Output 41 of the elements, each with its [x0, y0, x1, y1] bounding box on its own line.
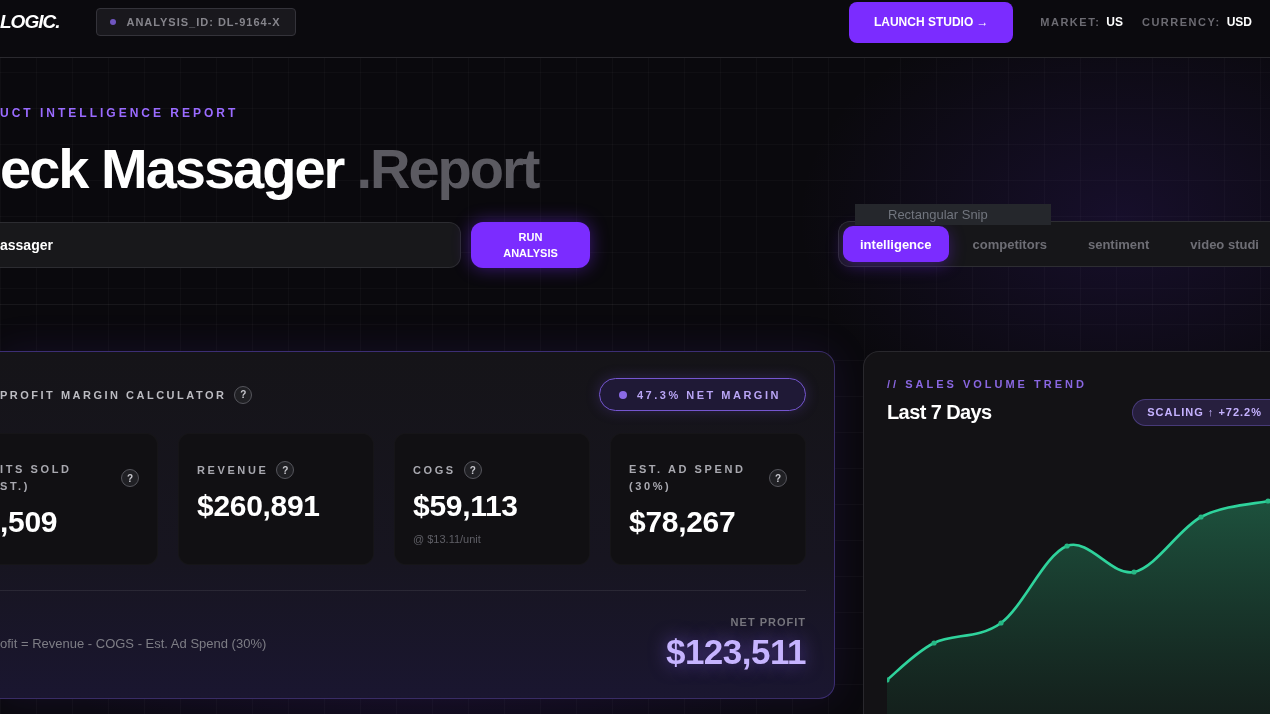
- report-title-suffix: .Report: [356, 138, 539, 200]
- net-margin-text: 47.3% NET MARGIN: [637, 388, 781, 401]
- status-dot-icon: [110, 19, 117, 25]
- trend-eyebrow: // SALES VOLUME TREND: [887, 377, 1088, 391]
- metric-value: $59,113: [413, 488, 519, 524]
- trend-title: Last 7 Days: [887, 400, 992, 424]
- report-title: eck Massager: [0, 138, 344, 200]
- market-label: MARKET:: [1040, 16, 1101, 28]
- search-field[interactable]: assager: [0, 222, 461, 268]
- metric-value: $78,267: [629, 504, 737, 540]
- metric-value: ,509: [0, 504, 59, 540]
- metric-label: EST. AD SPEND (30%): [629, 462, 747, 494]
- run-analysis-button[interactable]: RUN ANALYSIS: [471, 222, 590, 268]
- help-icon[interactable]: ?: [234, 385, 253, 404]
- help-icon[interactable]: ?: [276, 461, 295, 479]
- report-eyebrow: UCT INTELLIGENCE REPORT: [0, 106, 240, 120]
- logo: LOGIC.: [0, 11, 60, 33]
- metric-label: COGS: [413, 462, 456, 478]
- metric-value: $260,891: [197, 488, 321, 524]
- market-value: US: [1106, 15, 1123, 29]
- status-dot-icon: [619, 390, 627, 399]
- currency-value: USD: [1226, 15, 1252, 29]
- currency-label: CURRENCY:: [1141, 16, 1221, 28]
- help-icon[interactable]: ?: [769, 469, 787, 487]
- tab[interactable]: sentiment: [1070, 226, 1167, 262]
- net-profit-label: NET PROFIT: [730, 615, 806, 629]
- metric-label: ITS SOLD ST.): [0, 462, 73, 494]
- help-icon[interactable]: ?: [121, 469, 139, 487]
- scaling-badge: SCALING ↑ +72.2%: [1132, 398, 1270, 426]
- launch-studio-button[interactable]: LAUNCH STUDIO →: [849, 1, 1014, 43]
- metric-label: REVENUE: [197, 462, 269, 478]
- tab[interactable]: video studi: [1173, 226, 1259, 262]
- metric-note: @ $13.11/unit: [413, 532, 482, 546]
- tab[interactable]: intelligence: [843, 226, 949, 262]
- calculator-title: PROFIT MARGIN CALCULATOR: [0, 388, 227, 401]
- help-icon[interactable]: ?: [463, 461, 482, 479]
- net-profit-value: $123,511: [665, 632, 806, 672]
- formula-text: ofit = Revenue - COGS - Est. Ad Spend (30%): [0, 636, 267, 651]
- tab[interactable]: competitors: [955, 226, 1064, 262]
- snip-tooltip: Rectangular Snip: [855, 204, 1051, 225]
- analysis-id: ANALYSIS_ID: DL-9164-X: [126, 16, 281, 28]
